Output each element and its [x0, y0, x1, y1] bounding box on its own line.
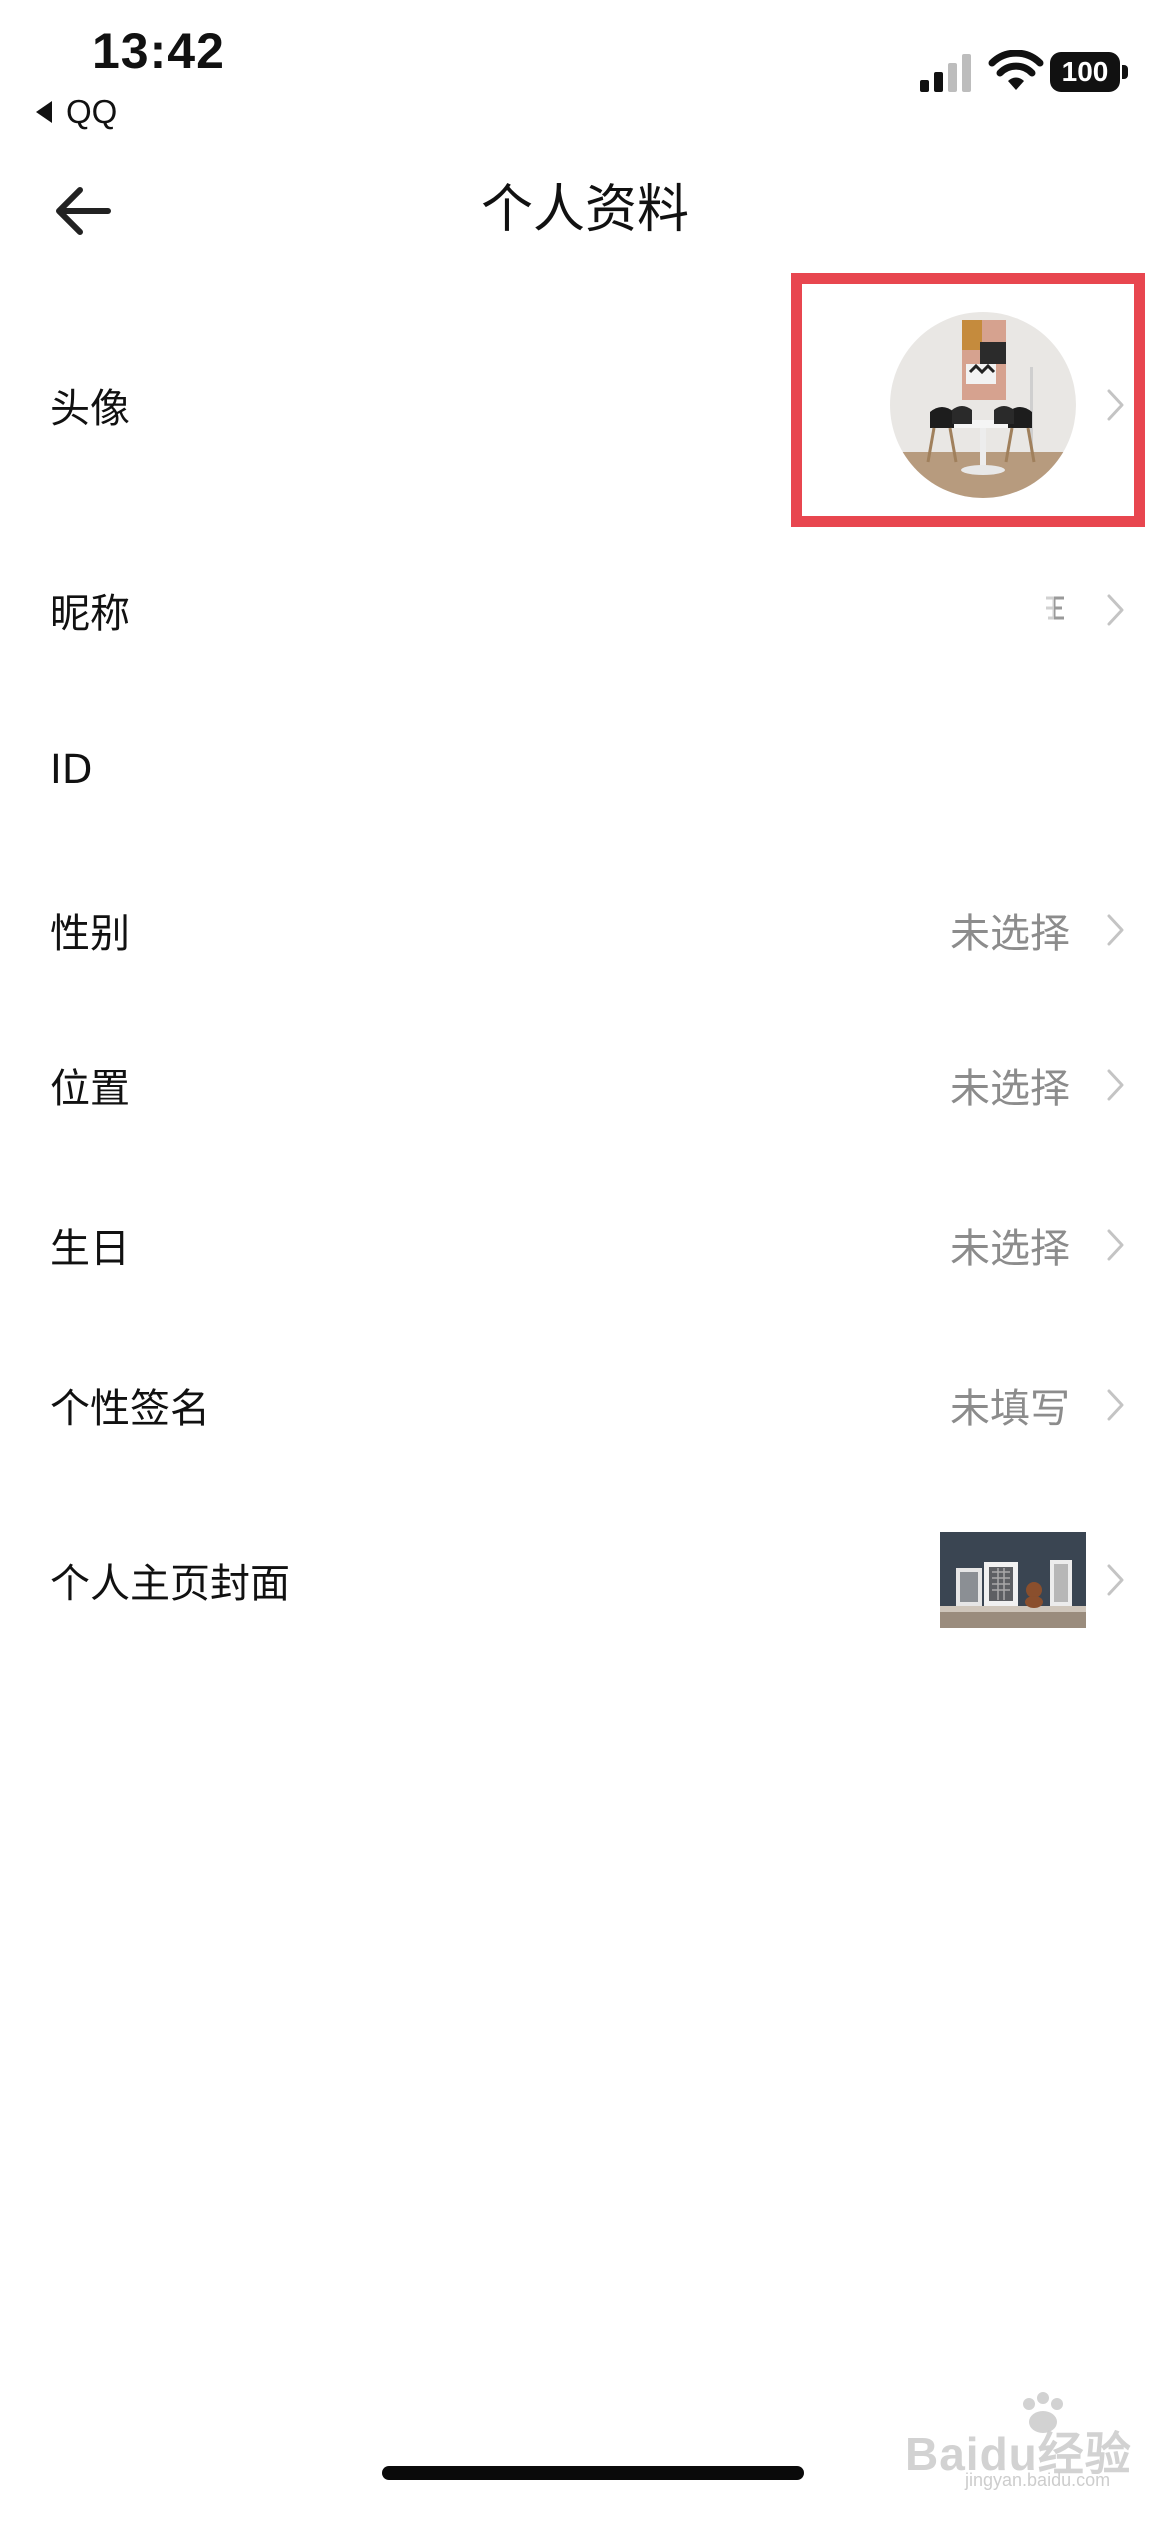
- wifi-icon: [988, 50, 1044, 90]
- chevron-right-icon: [1107, 389, 1124, 421]
- status-bar: 13:42 QQ 100: [0, 0, 1170, 140]
- chevron-right-icon: [1107, 1389, 1124, 1421]
- back-triangle-icon: [36, 101, 52, 123]
- baidu-watermark: Baidu经验 jingyan.baidu.com: [905, 2392, 1145, 2490]
- cover-image: [940, 1532, 1086, 1628]
- avatar[interactable]: [890, 312, 1076, 498]
- signal-icon: [920, 54, 971, 92]
- battery-level: 100: [1050, 52, 1120, 92]
- battery-icon: 100: [1050, 52, 1128, 92]
- watermark-url: jingyan.baidu.com: [965, 2470, 1111, 2490]
- cover-label: 个人主页封面: [50, 1561, 290, 1607]
- row-nickname[interactable]: 昵称: [0, 555, 1170, 665]
- chevron-right-icon: [1107, 1229, 1124, 1261]
- chevron-right-icon: [1107, 914, 1124, 946]
- id-label: ID: [50, 747, 93, 793]
- page-title: 个人资料: [480, 180, 689, 240]
- gender-value: 未选择: [950, 911, 1070, 957]
- chevron-right-icon: [1107, 594, 1124, 626]
- birthday-label: 生日: [50, 1226, 130, 1272]
- nickname-value-fragment: [1040, 590, 1064, 630]
- row-avatar[interactable]: 头像: [0, 290, 1170, 520]
- back-to-app-link[interactable]: QQ: [36, 92, 117, 132]
- row-cover[interactable]: 个人主页封面: [0, 1520, 1170, 1640]
- chevron-right-icon: [1107, 1564, 1124, 1596]
- chevron-right-icon: [1107, 1069, 1124, 1101]
- signature-label: 个性签名: [50, 1386, 210, 1432]
- avatar-label: 头像: [50, 386, 130, 432]
- gender-label: 性别: [50, 911, 130, 957]
- location-value: 未选择: [950, 1066, 1070, 1112]
- cover-thumbnail[interactable]: [940, 1532, 1086, 1628]
- battery-tip: [1122, 65, 1128, 79]
- row-birthday[interactable]: 生日 未选择: [0, 1190, 1170, 1300]
- row-signature[interactable]: 个性签名 未填写: [0, 1350, 1170, 1460]
- row-gender[interactable]: 性别 未选择: [0, 875, 1170, 985]
- signature-value: 未填写: [950, 1386, 1070, 1432]
- back-app-label: QQ: [66, 93, 118, 130]
- avatar-image: [890, 312, 1076, 498]
- nav-bar: 个人资料: [0, 150, 1170, 270]
- home-indicator[interactable]: [382, 2466, 804, 2480]
- row-location[interactable]: 位置 未选择: [0, 1030, 1170, 1140]
- birthday-value: 未选择: [950, 1226, 1070, 1272]
- back-arrow-icon[interactable]: [50, 178, 116, 244]
- location-label: 位置: [50, 1066, 130, 1112]
- status-time: 13:42: [92, 23, 225, 79]
- row-id: ID: [0, 715, 1170, 825]
- nickname-label: 昵称: [50, 591, 130, 637]
